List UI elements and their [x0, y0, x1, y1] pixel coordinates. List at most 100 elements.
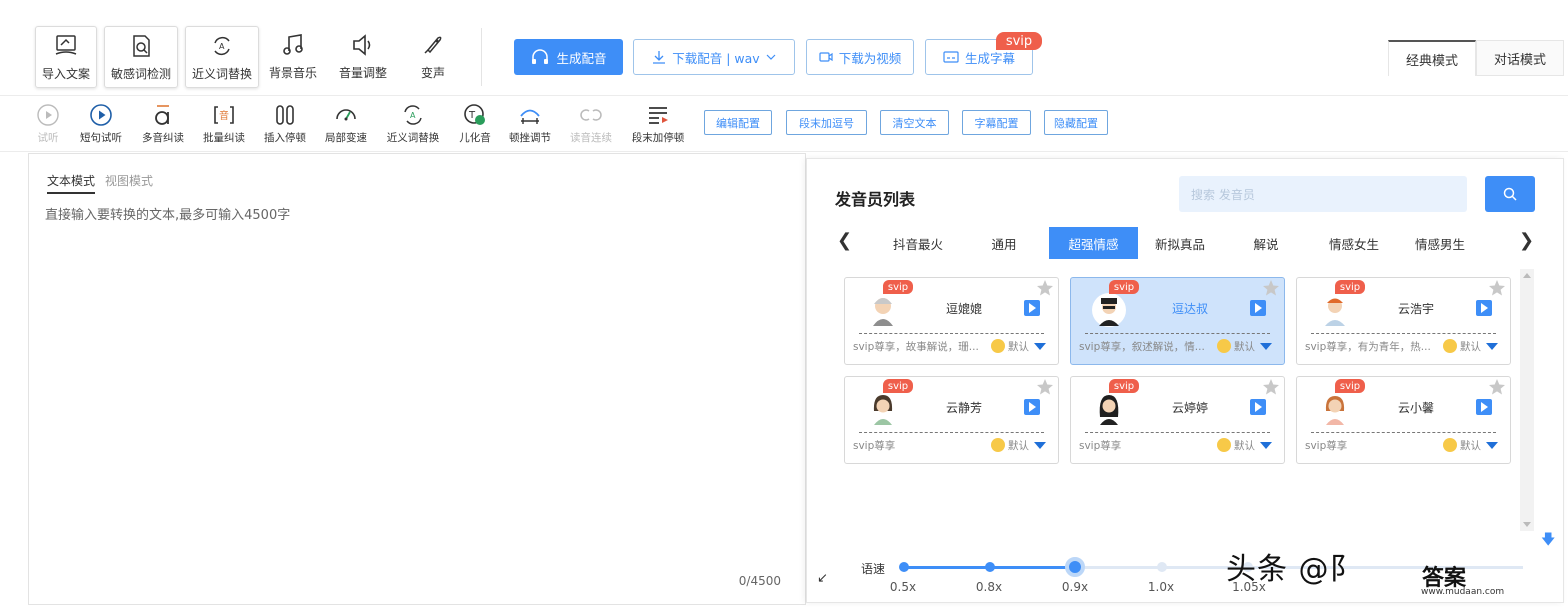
speed-tick: 0.8x — [975, 580, 1003, 594]
voice-change-label: 变声 — [420, 66, 445, 80]
cadence-button[interactable]: 顿挫调节 — [508, 103, 552, 145]
reading-link-button[interactable]: 读音连续 — [569, 103, 613, 145]
style-dropdown-icon[interactable] — [1034, 442, 1046, 449]
chevron-down-icon — [766, 54, 776, 60]
paragraph-pause-label: 段末加停顿 — [631, 132, 685, 144]
speaker-icon — [353, 34, 371, 56]
speaker-style[interactable]: 默认 — [1234, 339, 1255, 354]
speaker-card[interactable]: svip 云静芳 svip尊享 默认 — [844, 376, 1059, 464]
scroll-up-icon[interactable] — [1523, 273, 1531, 278]
batch-correct-icon: 音 — [214, 106, 234, 124]
collapse-icon[interactable]: ↙ — [817, 571, 828, 586]
paragraph-pause-button[interactable]: 段末加停顿 — [630, 103, 686, 145]
speaker-style[interactable]: 默认 — [1008, 438, 1029, 453]
star-icon[interactable] — [1262, 279, 1280, 297]
speaker-search-button[interactable] — [1485, 176, 1535, 212]
hide-config-button[interactable]: 隐藏配置 — [1044, 110, 1108, 135]
speaker-style[interactable]: 默认 — [1460, 438, 1481, 453]
download-audio-button[interactable]: 下载配音 | wav — [633, 39, 795, 75]
svg-text:A: A — [219, 42, 225, 51]
category-realistic[interactable]: 新拟真品 — [1145, 227, 1215, 259]
speaker-card[interactable]: svip 云婷婷 svip尊享 默认 — [1070, 376, 1285, 464]
insert-pause-button[interactable]: 插入停顿 — [263, 103, 307, 145]
generate-voice-button[interactable]: 生成配音 — [514, 39, 623, 75]
speaker-card-selected[interactable]: svip 逗达叔 svip尊享，叙述解说，情... 默认 — [1070, 277, 1285, 365]
voice-change-button[interactable]: 变声 — [404, 26, 462, 88]
edit-config-button[interactable]: 编辑配置 — [704, 110, 772, 135]
paragraph-comma-button[interactable]: 段末加逗号 — [786, 110, 867, 135]
play-sample-button[interactable] — [1250, 300, 1266, 316]
style-dropdown-icon[interactable] — [1260, 442, 1272, 449]
category-emotion[interactable]: 超强情感 — [1049, 227, 1138, 259]
tab-view-mode[interactable]: 视图模式 — [105, 172, 153, 194]
play-sample-button[interactable] — [1476, 300, 1492, 316]
speed-stop[interactable] — [985, 562, 995, 572]
polyphone-button[interactable]: 多音纠读 — [140, 103, 186, 145]
volume-adjust-button[interactable]: 音量调整 — [334, 26, 392, 88]
category-douyin[interactable]: 抖音最火 — [883, 227, 953, 259]
scroll-down-icon[interactable] — [1523, 522, 1531, 527]
preview-label: 试听 — [37, 132, 59, 144]
background-music-button[interactable]: 背景音乐 — [264, 26, 322, 88]
category-general[interactable]: 通用 — [969, 227, 1039, 259]
speaker-card[interactable]: svip 云小馨 svip尊享 默认 — [1296, 376, 1511, 464]
sensitive-check-icon — [133, 35, 150, 57]
chevron-left-icon[interactable]: ❮ — [837, 230, 852, 251]
synonym-button[interactable]: A 近义词替换 — [386, 103, 440, 145]
speaker-description: svip尊享，故事解说，珊... — [853, 341, 979, 353]
card-divider — [1311, 432, 1496, 433]
batch-correct-button[interactable]: 音 批量纠读 — [202, 103, 246, 145]
speed-stop[interactable] — [899, 562, 909, 572]
speaker-style[interactable]: 默认 — [1460, 339, 1481, 354]
emotion-icon — [1217, 339, 1231, 353]
erhua-button[interactable]: T 儿化音 — [458, 103, 492, 145]
sentence-preview-button[interactable]: 短句试听 — [79, 103, 123, 145]
speaker-card[interactable]: svip 云浩宇 svip尊享，有为青年，热... 默认 — [1296, 277, 1511, 365]
preview-button[interactable]: 试听 — [35, 103, 61, 145]
clear-text-button[interactable]: 清空文本 — [880, 110, 949, 135]
sensitive-check-button[interactable]: 敏感词检测 — [104, 26, 178, 88]
play-sample-button[interactable] — [1476, 399, 1492, 415]
tab-text-mode[interactable]: 文本模式 — [47, 172, 96, 194]
play-sample-button[interactable] — [1250, 399, 1266, 415]
tab-classic-mode[interactable]: 经典模式 — [1388, 40, 1476, 76]
star-icon[interactable] — [1488, 378, 1506, 396]
style-dropdown-icon[interactable] — [1486, 343, 1498, 350]
style-dropdown-icon[interactable] — [1034, 343, 1046, 350]
category-commentary[interactable]: 解说 — [1231, 227, 1301, 259]
speed-stop[interactable] — [1157, 562, 1167, 572]
speaker-style[interactable]: 默认 — [1234, 438, 1255, 453]
category-male[interactable]: 情感男生 — [1405, 227, 1475, 259]
speed-tick: 0.9x — [1061, 580, 1089, 594]
speaker-style[interactable]: 默认 — [1008, 339, 1029, 354]
style-dropdown-icon[interactable] — [1260, 343, 1272, 350]
subtitle-config-button[interactable]: 字幕配置 — [962, 110, 1031, 135]
svg-text:音: 音 — [219, 109, 229, 122]
speaker-list-scrollbar[interactable] — [1520, 269, 1534, 531]
style-dropdown-icon[interactable] — [1486, 442, 1498, 449]
svip-badge: svip — [883, 379, 913, 393]
polyphone-icon — [155, 105, 169, 125]
avatar-young-man-icon — [1325, 298, 1345, 326]
star-icon[interactable] — [1036, 378, 1054, 396]
download-video-button[interactable]: 下载为视频 — [806, 39, 914, 75]
speed-knob[interactable] — [1065, 557, 1085, 577]
arrow-down-icon[interactable]: 🡇 — [1541, 529, 1555, 553]
speaker-card[interactable]: svip 逗媲媲 svip尊享，故事解说，珊... 默认 — [844, 277, 1059, 365]
star-icon[interactable] — [1036, 279, 1054, 297]
editor-placeholder: 直接输入要转换的文本,最多可输入4500字 — [45, 208, 291, 223]
chevron-right-icon[interactable]: ❯ — [1519, 230, 1534, 251]
import-doc-button[interactable]: 导入文案 — [35, 26, 97, 88]
play-sample-button[interactable] — [1024, 399, 1040, 415]
subtitle-icon — [943, 51, 959, 63]
tab-dialogue-mode[interactable]: 对话模式 — [1476, 40, 1564, 76]
local-speed-button[interactable]: 局部变速 — [324, 103, 368, 145]
play-sample-button[interactable] — [1024, 300, 1040, 316]
synonym-replace-button[interactable]: A 近义词替换 — [185, 26, 259, 88]
text-editor[interactable]: 文本模式 视图模式 直接输入要转换的文本,最多可输入4500字 0/4500 — [28, 153, 806, 605]
star-icon[interactable] — [1488, 279, 1506, 297]
star-icon[interactable] — [1262, 378, 1280, 396]
speaker-search-input[interactable]: 搜索 发音员 — [1179, 176, 1467, 212]
avatar-grandma-icon — [873, 298, 893, 326]
category-female[interactable]: 情感女生 — [1319, 227, 1389, 259]
